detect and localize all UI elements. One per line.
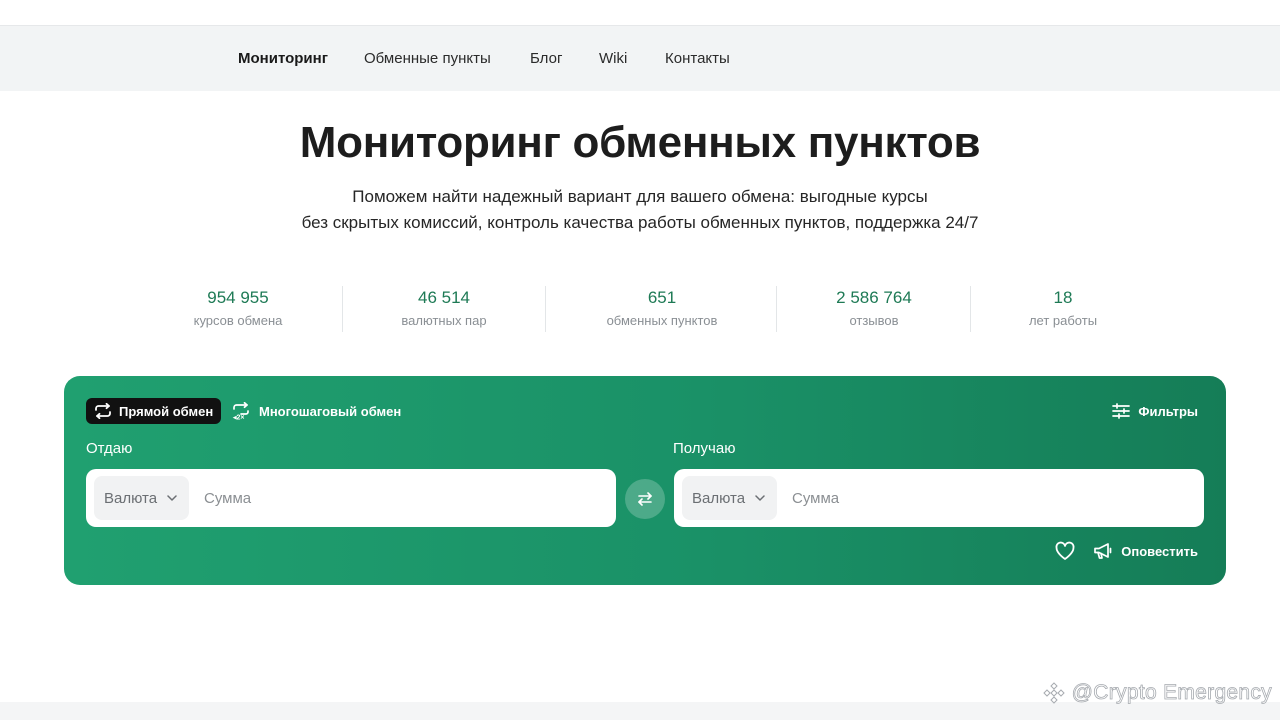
stat-label: курсов обмена	[193, 313, 283, 328]
stat-currency-pairs: 46 514 валютных пар	[383, 286, 505, 332]
nav-item-contacts[interactable]: Контакты	[665, 50, 730, 67]
stat-value: 954 955	[207, 288, 269, 307]
nav-item-monitoring[interactable]: Мониторинг	[238, 50, 328, 67]
stat-label: обменных пунктов	[606, 313, 718, 328]
stat-label: лет работы	[1028, 313, 1098, 328]
give-currency-value: Валюта	[104, 489, 158, 507]
swap-button[interactable]	[625, 479, 665, 519]
megaphone-icon	[1094, 543, 1112, 559]
stat-reviews: 2 586 764 отзывов	[822, 286, 926, 332]
filters-label: Фильтры	[1138, 403, 1198, 419]
multistep-swap-icon: ◂2×	[232, 402, 249, 421]
receive-field: Валюта	[674, 469, 1204, 527]
give-currency-select[interactable]: Валюта	[94, 476, 189, 520]
nav-item-exchangers[interactable]: Обменные пункты	[364, 50, 491, 67]
binance-logo-icon	[1042, 682, 1065, 704]
notify-button[interactable]: Оповестить	[1093, 540, 1198, 562]
svg-text:◂2×: ◂2×	[232, 415, 245, 421]
nav-item-wiki[interactable]: Wiki	[599, 50, 627, 67]
chevron-down-icon	[167, 495, 177, 501]
tab-multistep-exchange[interactable]: ◂2× Многошаговый обмен	[232, 398, 401, 424]
tab-multistep-label: Многошаговый обмен	[259, 403, 402, 419]
stats-row: 954 955 курсов обмена 46 514 валютных па…	[136, 286, 1144, 334]
main-nav: Мониторинг Обменные пункты Блог Wiki Кон…	[0, 26, 1280, 91]
receive-currency-value: Валюта	[692, 489, 746, 507]
nav-item-blog[interactable]: Блог	[530, 50, 562, 67]
watermark: @Crypto Emergency	[1042, 681, 1272, 705]
give-amount-input[interactable]	[204, 476, 604, 520]
give-field: Валюта	[86, 469, 616, 527]
page-subtitle: Поможем найти надежный вариант для вашег…	[0, 184, 1280, 236]
stat-label: отзывов	[849, 313, 899, 328]
exchange-panel: Прямой обмен ◂2× Многошаговый обмен Филь…	[64, 376, 1226, 585]
stat-label: валютных пар	[401, 313, 487, 328]
stat-divider	[342, 286, 343, 332]
stat-value: 18	[1053, 288, 1073, 307]
stat-divider	[970, 286, 971, 332]
stat-exchangers: 651 обменных пунктов	[592, 286, 732, 332]
stat-years: 18 лет работы	[1016, 286, 1110, 332]
stat-value: 2 586 764	[836, 288, 912, 307]
top-bar	[0, 0, 1280, 26]
stat-divider	[545, 286, 546, 332]
receive-label: Получаю	[673, 440, 736, 457]
sliders-icon	[1112, 403, 1131, 419]
stat-value: 651	[647, 288, 677, 307]
subtitle-line-2: без скрытых комиссий, контроль качества …	[301, 213, 979, 232]
give-label: Отдаю	[86, 440, 133, 457]
heart-icon[interactable]	[1054, 540, 1076, 562]
stat-value: 46 514	[418, 288, 470, 307]
notify-label: Оповестить	[1121, 543, 1198, 559]
swap-arrows-icon	[95, 403, 111, 419]
stat-exchange-rates: 954 955 курсов обмена	[176, 286, 300, 332]
page-title: Мониторинг обменных пунктов	[299, 118, 981, 167]
chevron-down-icon	[755, 495, 765, 501]
subtitle-line-1: Поможем найти надежный вариант для вашег…	[352, 187, 928, 206]
tab-direct-label: Прямой обмен	[119, 403, 214, 419]
stat-divider	[776, 286, 777, 332]
filters-button[interactable]: Фильтры	[1112, 398, 1198, 424]
watermark-text: @Crypto Emergency	[1071, 681, 1272, 705]
receive-amount-input[interactable]	[792, 476, 1192, 520]
receive-currency-select[interactable]: Валюта	[682, 476, 777, 520]
tab-direct-exchange[interactable]: Прямой обмен	[86, 398, 222, 424]
swap-horizontal-icon	[638, 492, 652, 506]
